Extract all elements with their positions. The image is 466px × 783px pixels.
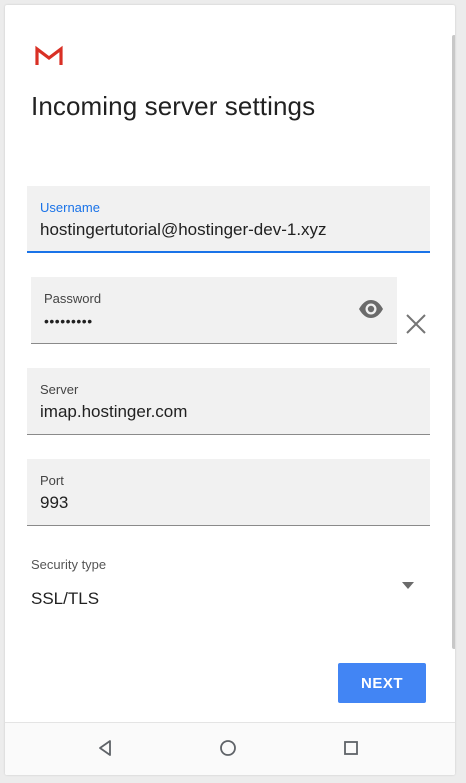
port-label: Port	[40, 473, 64, 488]
password-field[interactable]: Password •••••••••	[31, 277, 397, 344]
navigation-bar	[5, 722, 455, 775]
username-value: hostingertutorial@hostinger-dev-1.xyz	[40, 220, 327, 239]
close-icon[interactable]	[405, 313, 427, 335]
home-circle-icon[interactable]	[217, 737, 239, 759]
gmail-logo-icon	[35, 45, 63, 65]
server-value: imap.hostinger.com	[40, 402, 188, 421]
username-label: Username	[40, 200, 100, 215]
eye-icon[interactable]	[358, 299, 384, 319]
password-label: Password	[44, 291, 102, 306]
recents-square-icon[interactable]	[340, 737, 362, 759]
scrollbar[interactable]	[452, 35, 455, 649]
password-value: •••••••••	[44, 313, 93, 329]
back-triangle-icon[interactable]	[94, 737, 116, 759]
server-field[interactable]: Server imap.hostinger.com	[27, 368, 430, 435]
port-field[interactable]: Port 993	[27, 459, 430, 526]
next-button[interactable]: NEXT	[338, 663, 426, 703]
username-field[interactable]: Username hostingertutorial@hostinger-dev…	[27, 186, 430, 253]
security-type-label: Security type	[31, 557, 107, 572]
dropdown-arrow-icon[interactable]	[402, 582, 414, 590]
port-value: 993	[40, 493, 69, 512]
security-type-select[interactable]: SSL/TLS	[31, 589, 99, 609]
phone-screen: Incoming server settings Username hostin…	[5, 5, 455, 775]
server-label: Server	[40, 382, 79, 397]
page-title: Incoming server settings	[31, 91, 316, 121]
